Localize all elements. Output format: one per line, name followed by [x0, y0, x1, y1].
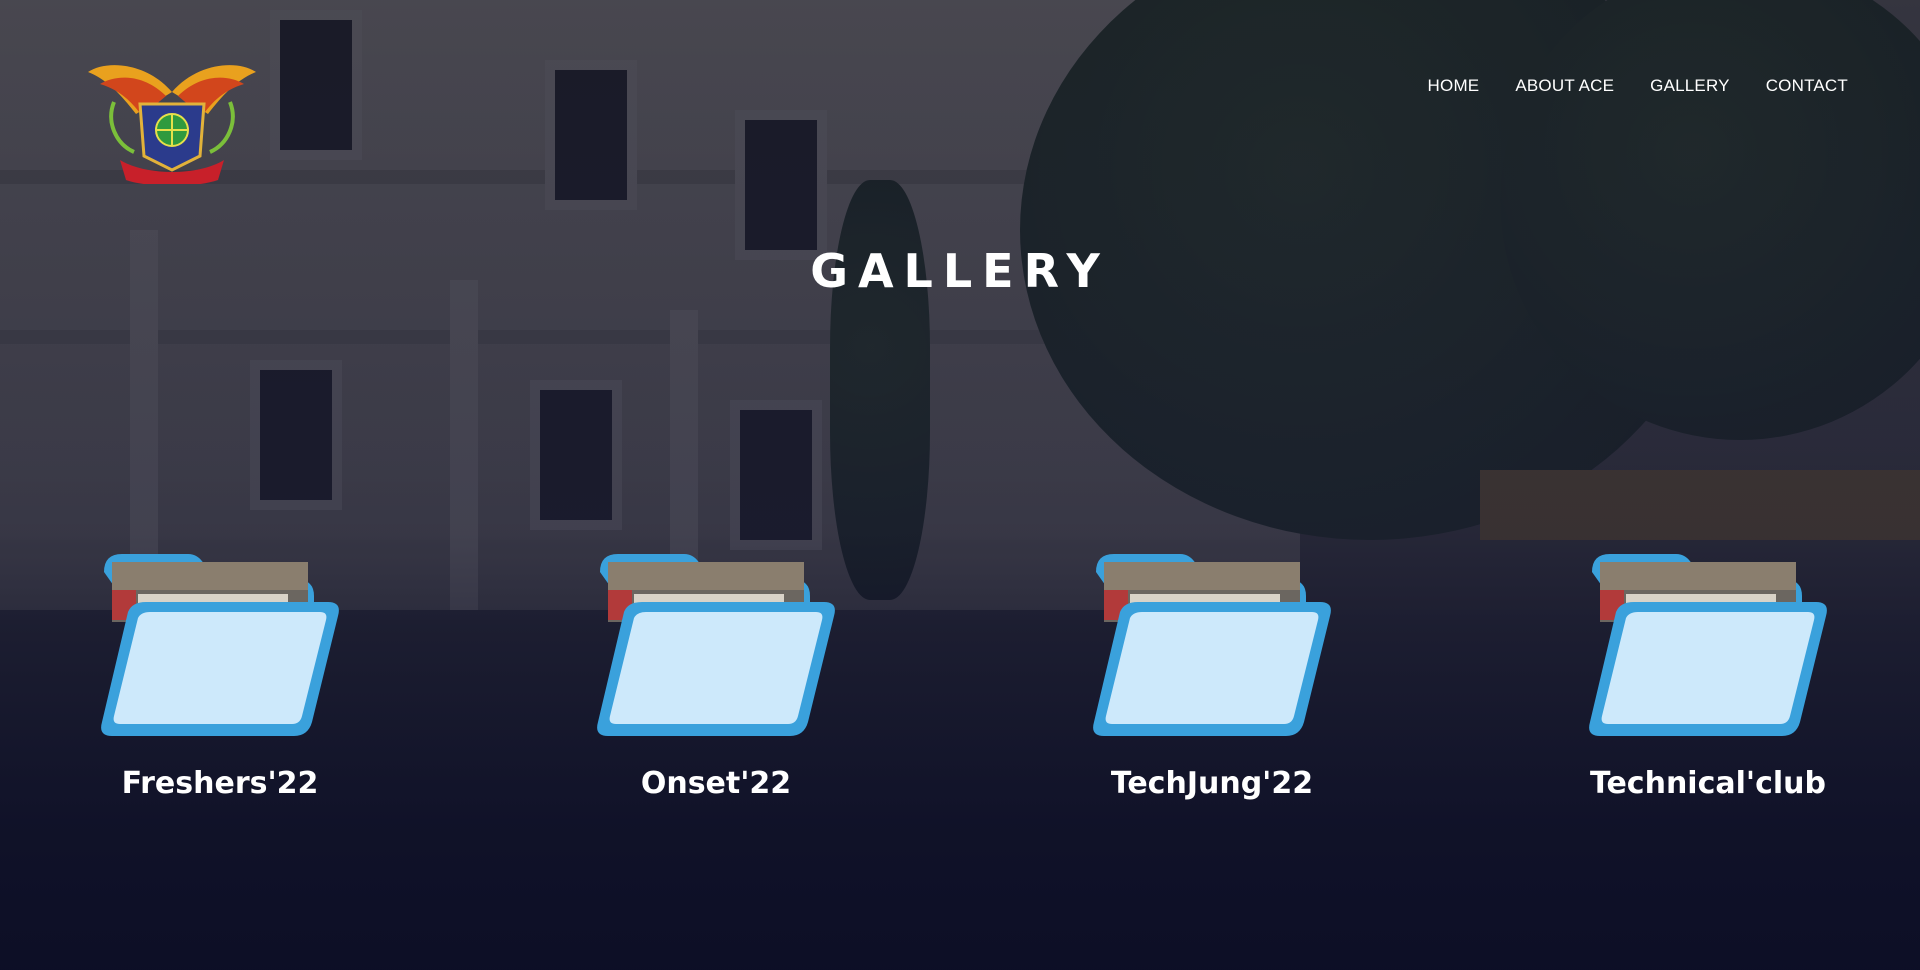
folder-freshers[interactable]: Freshers'22: [98, 550, 342, 801]
background-overlay: [0, 0, 1920, 970]
page-title: GALLERY: [810, 244, 1110, 298]
nav-contact-link[interactable]: CONTACT: [1766, 76, 1848, 96]
folder-icon: [1589, 554, 1827, 736]
main-nav: HOME ABOUT ACE GALLERY CONTACT: [1428, 76, 1848, 96]
folder-label: TechJung'22: [1110, 766, 1314, 801]
nav-gallery-link[interactable]: GALLERY: [1650, 76, 1730, 96]
nav-home-link[interactable]: HOME: [1428, 76, 1480, 96]
folder-icon: [101, 554, 339, 736]
folder-icon: [597, 554, 835, 736]
folder-label: Freshers'22: [121, 766, 319, 801]
folder-onset[interactable]: Onset'22: [594, 550, 838, 801]
folder-icon: [1093, 554, 1331, 736]
nav-about-link[interactable]: ABOUT ACE: [1515, 76, 1614, 96]
folder-techjung[interactable]: TechJung'22: [1090, 550, 1334, 801]
folder-label: Onset'22: [640, 766, 792, 801]
folder-technical-club[interactable]: Technical'club: [1586, 550, 1830, 801]
folder-label: Technical'club: [1589, 766, 1826, 801]
college-logo[interactable]: [86, 52, 258, 186]
